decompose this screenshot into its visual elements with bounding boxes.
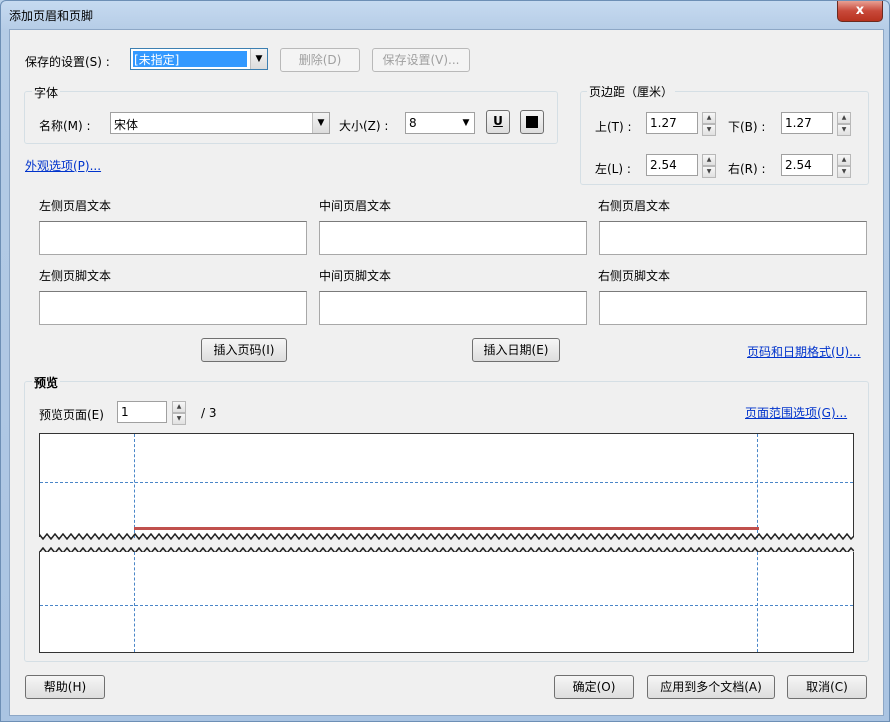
chevron-up-icon[interactable]: ▲ xyxy=(172,401,186,413)
chevron-up-icon[interactable]: ▲ xyxy=(702,112,716,124)
close-icon: x xyxy=(855,3,865,18)
saved-settings-dropdown[interactable]: [未指定] ▼ xyxy=(130,48,268,70)
insert-date-button[interactable]: 插入日期(E) xyxy=(472,338,560,362)
margin-left-label: 左(L) : xyxy=(595,162,631,176)
right-margin-guide xyxy=(757,434,758,538)
saved-settings-value: [未指定] xyxy=(134,53,180,67)
margin-left-value: 2.54 xyxy=(650,158,677,172)
margin-right-stepper[interactable]: ▲ ▼ xyxy=(837,154,851,178)
font-name-value: 宋体 xyxy=(114,118,139,132)
center-header-input[interactable] xyxy=(319,221,587,255)
dialog-window: 添加页眉和页脚 x 保存的设置(S) : [未指定] ▼ 删除(D) 保存设置(… xyxy=(0,0,890,722)
preview-page-input[interactable]: 1 xyxy=(117,401,167,423)
chevron-down-icon[interactable]: ▼ xyxy=(312,113,329,133)
center-footer-label: 中间页脚文本 xyxy=(319,269,392,283)
preview-page-value: 1 xyxy=(121,405,129,419)
font-size-label: 大小(Z) : xyxy=(339,119,389,133)
chevron-down-icon[interactable]: ▼ xyxy=(458,113,474,133)
bottom-margin-guide xyxy=(40,605,853,606)
chevron-up-icon[interactable]: ▲ xyxy=(702,154,716,166)
right-header-label: 右侧页眉文本 xyxy=(598,199,671,213)
chevron-down-icon[interactable]: ▼ xyxy=(172,413,186,425)
left-footer-label: 左侧页脚文本 xyxy=(39,269,112,283)
right-margin-guide xyxy=(757,552,758,652)
left-header-label: 左侧页眉文本 xyxy=(39,199,112,213)
underline-button[interactable]: U xyxy=(486,110,510,134)
underline-icon: U xyxy=(493,114,503,128)
cancel-button[interactable]: 取消(C) xyxy=(787,675,867,699)
font-name-dropdown[interactable]: 宋体 ▼ xyxy=(110,112,330,134)
margin-bottom-label: 下(B) : xyxy=(728,120,766,134)
left-header-input[interactable] xyxy=(39,221,307,255)
margin-top-input[interactable]: 1.27 xyxy=(646,112,698,134)
margin-right-value: 2.54 xyxy=(785,158,812,172)
font-group-label: 字体 xyxy=(32,84,61,101)
chevron-down-icon[interactable]: ▼ xyxy=(837,166,851,178)
chevron-up-icon[interactable]: ▲ xyxy=(837,112,851,124)
margin-bottom-value: 1.27 xyxy=(785,116,812,130)
left-margin-guide xyxy=(134,434,135,538)
left-footer-input[interactable] xyxy=(39,291,307,325)
margin-left-input[interactable]: 2.54 xyxy=(646,154,698,176)
preview-page-stepper[interactable]: ▲ ▼ xyxy=(172,401,186,425)
font-size-dropdown[interactable]: 8 ▼ xyxy=(405,112,475,134)
preview-header-page xyxy=(39,433,854,538)
margins-group-label: 页边距（厘米） xyxy=(587,83,676,100)
delete-button[interactable]: 删除(D) xyxy=(280,48,360,72)
font-size-value: 8 xyxy=(409,116,417,130)
margin-left-stepper[interactable]: ▲ ▼ xyxy=(702,154,716,178)
header-position-line xyxy=(134,527,759,530)
right-footer-label: 右侧页脚文本 xyxy=(598,269,671,283)
chevron-up-icon[interactable]: ▲ xyxy=(837,154,851,166)
save-settings-button[interactable]: 保存设置(V)... xyxy=(372,48,470,72)
saved-settings-label: 保存的设置(S) : xyxy=(25,55,110,69)
chevron-down-icon[interactable]: ▼ xyxy=(702,124,716,136)
chevron-down-icon[interactable]: ▼ xyxy=(702,166,716,178)
margin-right-label: 右(R) : xyxy=(728,162,766,176)
close-button[interactable]: x xyxy=(837,1,883,22)
preview-page-total: / 3 xyxy=(201,406,217,420)
chevron-down-icon[interactable]: ▼ xyxy=(250,49,267,69)
preview-footer-page xyxy=(39,552,854,653)
top-margin-guide xyxy=(40,482,853,483)
appearance-options-link[interactable]: 外观选项(P)... xyxy=(25,157,101,174)
center-footer-input[interactable] xyxy=(319,291,587,325)
preview-group-label: 预览 xyxy=(32,374,61,391)
margin-top-label: 上(T) : xyxy=(595,120,632,134)
margin-bottom-input[interactable]: 1.27 xyxy=(781,112,833,134)
torn-edge-top xyxy=(39,533,854,540)
right-header-input[interactable] xyxy=(599,221,867,255)
margin-bottom-stepper[interactable]: ▲ ▼ xyxy=(837,112,851,136)
insert-page-number-button[interactable]: 插入页码(I) xyxy=(201,338,287,362)
page-date-format-link[interactable]: 页码和日期格式(U)... xyxy=(747,343,861,360)
ok-button[interactable]: 确定(O) xyxy=(554,675,634,699)
margin-top-value: 1.27 xyxy=(650,116,677,130)
page-range-options-link[interactable]: 页面范围选项(G)... xyxy=(745,404,847,421)
left-margin-guide xyxy=(134,552,135,652)
center-header-label: 中间页眉文本 xyxy=(319,199,392,213)
chevron-down-icon[interactable]: ▼ xyxy=(837,124,851,136)
margin-right-input[interactable]: 2.54 xyxy=(781,154,833,176)
help-button[interactable]: 帮助(H) xyxy=(25,675,105,699)
dialog-client: 保存的设置(S) : [未指定] ▼ 删除(D) 保存设置(V)... 字体 名… xyxy=(9,29,884,716)
window-title: 添加页眉和页脚 xyxy=(9,9,94,23)
font-name-label: 名称(M) : xyxy=(39,119,91,133)
color-swatch-icon xyxy=(526,116,538,128)
preview-page-label: 预览页面(E) xyxy=(39,408,104,422)
right-footer-input[interactable] xyxy=(599,291,867,325)
font-color-button[interactable] xyxy=(520,110,544,134)
apply-multiple-documents-button[interactable]: 应用到多个文档(A) xyxy=(647,675,775,699)
margin-top-stepper[interactable]: ▲ ▼ xyxy=(702,112,716,136)
